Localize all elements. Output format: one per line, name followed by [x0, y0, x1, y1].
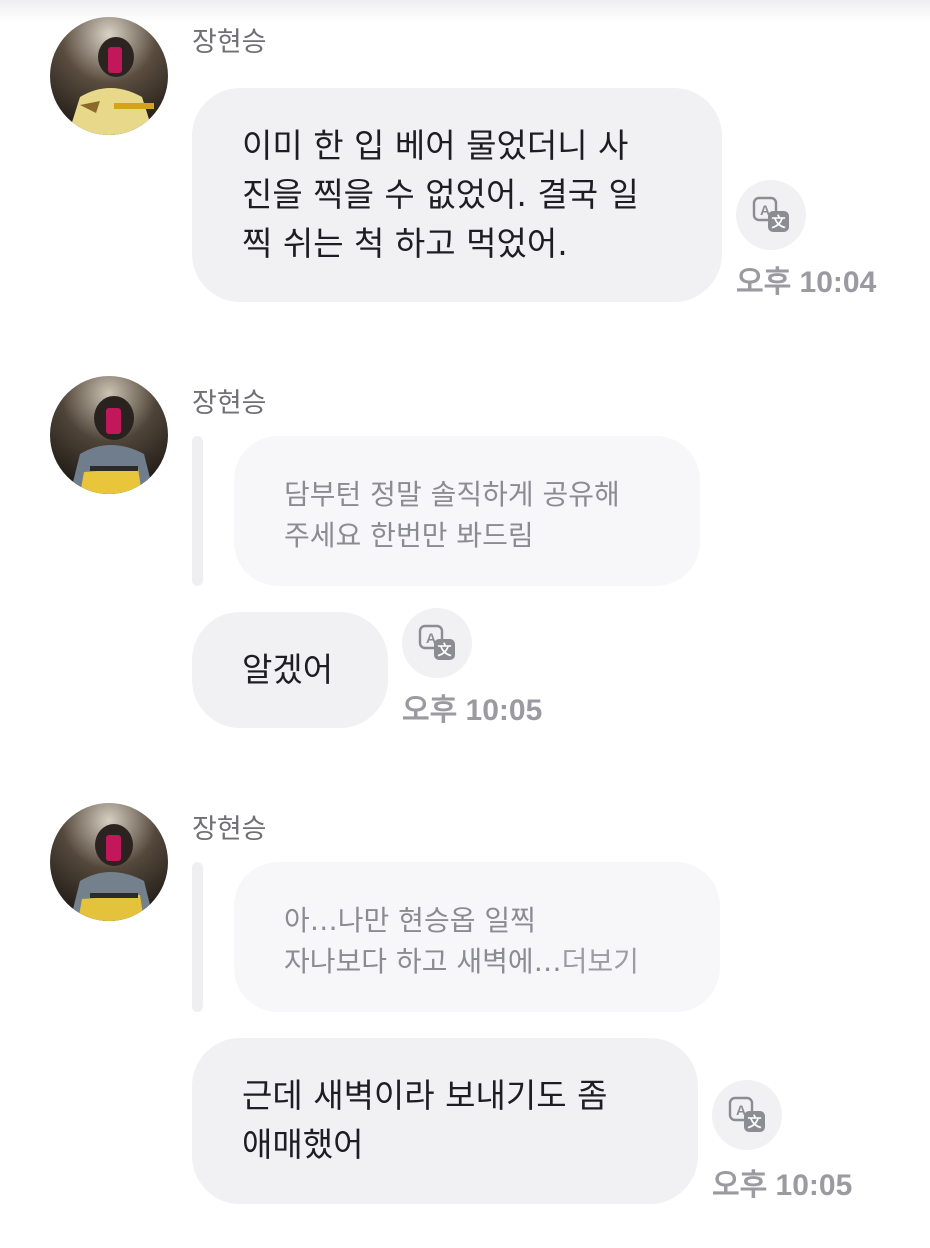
- avatar-photo-icon: [50, 17, 168, 135]
- avatar[interactable]: [50, 803, 168, 921]
- avatar[interactable]: [50, 17, 168, 135]
- translate-icon: A 文: [418, 624, 455, 660]
- sender-name: 장현승: [192, 814, 267, 845]
- svg-text:文: 文: [438, 642, 453, 659]
- translate-button[interactable]: A 文: [736, 180, 806, 250]
- translate-icon: A 文: [752, 196, 789, 232]
- message-text: 근데 새벽이라 보내기도 좀 애매했어: [242, 1076, 608, 1164]
- top-shadow: [0, 0, 930, 22]
- quoted-message[interactable]: 담부턴 정말 솔직하게 공유해 주세요 한번만 봐드림: [234, 436, 700, 586]
- quoted-text-body: 아…나만 현승옵 일찍 자나보다 하고 새벽에…: [284, 904, 562, 978]
- message-time: 오후 10:05: [712, 1169, 853, 1202]
- sender-name: 장현승: [192, 27, 267, 58]
- avatar[interactable]: [50, 376, 168, 494]
- message-text: 이미 한 입 베어 물었더니 사 진을 찍을 수 없었어. 결국 일 찍 쉬는 …: [242, 126, 639, 263]
- quoted-text: 담부턴 정말 솔직하게 공유해 주세요 한번만 봐드림: [284, 478, 620, 552]
- translate-icon: A 文: [728, 1096, 765, 1132]
- translate-button[interactable]: A 文: [712, 1080, 782, 1150]
- message-bubble[interactable]: 근데 새벽이라 보내기도 좀 애매했어: [192, 1038, 698, 1204]
- sender-name: 장현승: [192, 388, 267, 419]
- svg-text:文: 文: [772, 214, 787, 231]
- translate-button[interactable]: A 文: [402, 608, 472, 678]
- message-time: 오후 10:04: [736, 266, 877, 299]
- svg-text:文: 文: [748, 1114, 763, 1131]
- quoted-text: 아…나만 현승옵 일찍 자나보다 하고 새벽에…더보기: [284, 900, 670, 982]
- quote-bar: [192, 862, 203, 1012]
- quoted-message[interactable]: 아…나만 현승옵 일찍 자나보다 하고 새벽에…더보기: [234, 862, 720, 1012]
- quote-bar: [192, 436, 203, 586]
- avatar-photo-icon: [50, 803, 168, 921]
- see-more-link[interactable]: 더보기: [562, 945, 639, 978]
- message-bubble[interactable]: 이미 한 입 베어 물었더니 사 진을 찍을 수 없었어. 결국 일 찍 쉬는 …: [192, 88, 722, 302]
- message-text: 알겠어: [242, 650, 334, 689]
- avatar-photo-icon: [50, 376, 168, 494]
- message-bubble[interactable]: 알겠어: [192, 612, 388, 728]
- message-time: 오후 10:05: [402, 694, 543, 727]
